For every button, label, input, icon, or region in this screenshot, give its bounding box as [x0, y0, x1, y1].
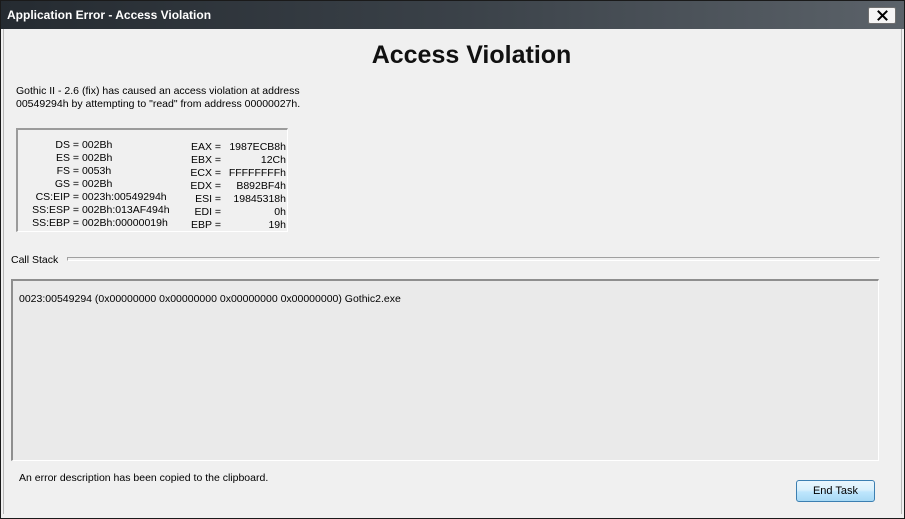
- register-name: ES: [55, 152, 70, 164]
- register-fs: FS = 0053h: [20, 165, 178, 178]
- register-value: 002Bh:00000019h: [81, 217, 168, 229]
- register-value: FFFFFFFFh: [228, 167, 286, 179]
- error-description: Gothic II - 2.6 (fix) has caused an acce…: [16, 85, 301, 110]
- register-name: FS: [56, 165, 70, 177]
- register-value: 19845318h: [233, 193, 286, 205]
- register-name: EBP: [190, 219, 212, 231]
- window-title: Application Error - Access Violation: [7, 8, 212, 22]
- error-dialog: Application Error - Access Violation Acc…: [0, 0, 905, 519]
- close-icon: [876, 10, 888, 21]
- dialog-body: Access Violation Gothic II - 2.6 (fix) h…: [3, 29, 902, 514]
- register-value: B892BF4h: [236, 180, 286, 192]
- register-edx: EDX = B892BF4h: [178, 180, 286, 193]
- register-name: EAX: [190, 141, 212, 153]
- register-ds: DS = 002Bh: [20, 139, 178, 152]
- call-stack-list[interactable]: 0023:00549294 (0x00000000 0x00000000 0x0…: [11, 279, 879, 461]
- clipboard-status-text: An error description has been copied to …: [19, 472, 269, 484]
- register-name: GS: [54, 178, 70, 190]
- call-stack-divider: [67, 257, 880, 261]
- register-value: 002Bh: [81, 178, 113, 190]
- error-heading: Access Violation: [371, 41, 572, 69]
- register-name: SS:EBP: [32, 217, 70, 229]
- register-value: 0023h:00549294h: [81, 191, 167, 203]
- register-name: CS:EIP: [35, 191, 70, 203]
- register-ss-esp: SS:ESP = 002Bh:013AF494h: [20, 204, 178, 217]
- title-bar[interactable]: Application Error - Access Violation: [1, 1, 904, 29]
- register-name: ECX: [190, 167, 212, 179]
- register-esi: ESI = 19845318h: [178, 193, 286, 206]
- register-value: 0053h: [81, 165, 112, 177]
- register-name: EDI: [194, 206, 212, 218]
- register-dump-panel: DS = 002Bh ES = 002Bh FS = 0053h GS = 00…: [16, 128, 288, 232]
- call-stack-entry[interactable]: 0023:00549294 (0x00000000 0x00000000 0x0…: [19, 293, 401, 305]
- register-eax: EAX = 1987ECB8h: [178, 141, 286, 154]
- register-name: EDX: [190, 180, 212, 192]
- register-name: ESI: [195, 193, 212, 205]
- end-task-button[interactable]: End Task: [796, 480, 875, 502]
- register-value: 002Bh:013AF494h: [81, 204, 170, 216]
- register-ss-ebp: SS:EBP = 002Bh:00000019h: [20, 217, 178, 230]
- close-button[interactable]: [868, 7, 896, 24]
- register-name: SS:ESP: [32, 204, 70, 216]
- register-value: 1987ECB8h: [229, 141, 286, 153]
- register-name: EBX: [190, 154, 212, 166]
- register-gs: GS = 002Bh: [20, 178, 178, 191]
- register-ebp: EBP = 19h: [178, 219, 286, 232]
- register-es: ES = 002Bh: [20, 152, 178, 165]
- register-ecx: ECX = FFFFFFFFh: [178, 167, 286, 180]
- register-cs-eip: CS:EIP = 0023h:00549294h: [20, 191, 178, 204]
- register-value: 002Bh: [81, 139, 113, 151]
- register-name: DS: [55, 139, 70, 151]
- register-ebx: EBX = 12Ch: [178, 154, 286, 167]
- register-value: 19h: [268, 219, 286, 231]
- register-edi: EDI = 0h: [178, 206, 286, 219]
- register-value: 002Bh: [81, 152, 113, 164]
- register-value: 12Ch: [260, 154, 286, 166]
- call-stack-label: Call Stack: [11, 254, 59, 266]
- register-value: 0h: [274, 206, 286, 218]
